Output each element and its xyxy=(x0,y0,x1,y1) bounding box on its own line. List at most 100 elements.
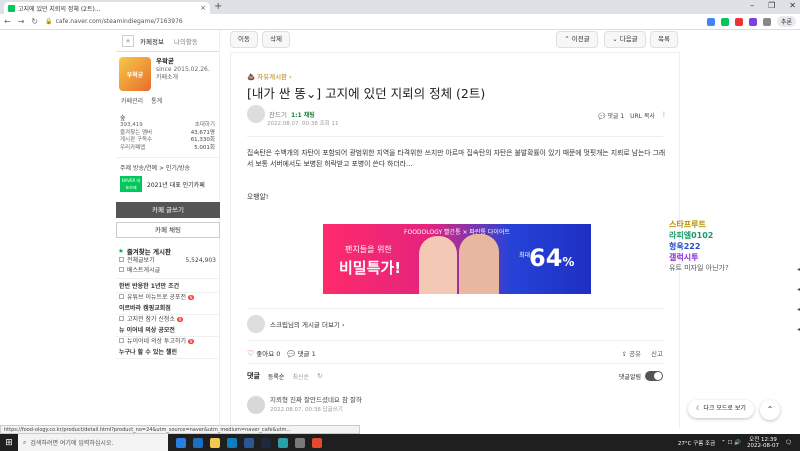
stat-label: 즐겨찾는 멤버 xyxy=(120,129,153,136)
chat-message: 유트 미자일 아닌가? xyxy=(669,264,729,272)
board-item[interactable]: 전체글보기 5,524,903 xyxy=(116,256,219,266)
folder-icon[interactable] xyxy=(210,437,220,448)
favorite-star-icon[interactable]: ★ xyxy=(122,34,134,47)
post-title: [내가 싼 똥⌄] 고지에 있던 지뢰의 정체 (2트) xyxy=(247,86,486,101)
weather-status[interactable]: 27°C 구름 조금 xyxy=(678,439,715,447)
extension-icon[interactable] xyxy=(734,17,743,26)
move-button[interactable]: 이동 xyxy=(230,31,258,48)
tab-my-activity[interactable]: 나의활동 xyxy=(174,36,198,46)
ad-discount: 64% xyxy=(529,244,575,272)
stat-value: 61,330회 xyxy=(190,137,215,143)
app-icon[interactable] xyxy=(278,437,288,448)
cafe-since: since 2015.02.26. xyxy=(156,66,210,73)
cafe-subject[interactable]: 주제 방송/연예 > 인기/방송 xyxy=(116,163,219,172)
post-body: 집속탄은 수백개의 자탄이 포함되어 광범위한 지역을 타격위한 쓰지만 아르마… xyxy=(247,149,666,168)
profile-button[interactable]: 추론 xyxy=(776,16,796,27)
taskbar-search[interactable]: ⌕ 검색하려면 여기에 입력하십시오. xyxy=(18,434,168,451)
write-post-button[interactable]: 카페 글쓰기 xyxy=(116,202,220,218)
commenter-avatar[interactable] xyxy=(247,396,265,414)
heart-icon: ♡ xyxy=(247,349,255,358)
network-icon[interactable]: ⌃ ☐ 🔊 xyxy=(721,440,741,446)
board-group[interactable]: 누구나 할 수 있는 챌린 xyxy=(116,347,219,359)
cafe-stats-link[interactable]: 통계 xyxy=(151,96,162,105)
clock[interactable]: 오전 12:39 2022-08-07 xyxy=(747,437,779,449)
share-button[interactable]: ⇪ 공유 xyxy=(622,348,641,358)
store-icon[interactable] xyxy=(227,437,237,448)
board-group[interactable]: 한번 반응한 1년만 조건 xyxy=(116,281,219,293)
like-button[interactable]: ♡ 좋아요 0 xyxy=(247,348,280,358)
extension-icon[interactable] xyxy=(706,17,715,26)
report-button[interactable]: 신고 xyxy=(651,348,663,358)
steam-icon[interactable] xyxy=(261,437,271,448)
scroll-top-button[interactable]: ⌃ xyxy=(760,400,780,420)
tab-close-icon[interactable]: × xyxy=(200,4,206,12)
more-icon[interactable]: ⋮ xyxy=(661,111,667,120)
author-avatar[interactable] xyxy=(247,105,265,123)
forward-icon[interactable]: → xyxy=(18,17,25,26)
close-window-button[interactable]: ✕ xyxy=(789,1,796,10)
extension-icon[interactable] xyxy=(720,17,729,26)
url-field[interactable]: 🔒 cafe.naver.com/steamindiegame/7163976 xyxy=(45,18,605,25)
extensions: 추론 xyxy=(706,16,796,27)
maximize-button[interactable]: ❐ xyxy=(768,1,775,10)
author-name[interactable]: 잔드기 xyxy=(269,109,287,119)
board-link[interactable]: 💩 자유게시판 › xyxy=(247,71,292,81)
board-item[interactable]: 뉴이어네 의상 투고하기 N xyxy=(116,337,219,347)
chat-message: 형욱222 xyxy=(669,242,701,251)
cafe-manager[interactable]: 우왁굳 xyxy=(156,57,174,65)
chat-message: 라피엘0102 xyxy=(669,231,714,240)
tab-cafe-info[interactable]: 카페정보 xyxy=(140,36,164,46)
browser-tab[interactable]: 고지에 있던 지뢰의 정체 (2트)... × xyxy=(4,2,210,14)
comment-count-link[interactable]: 💬 댓글 1 xyxy=(598,111,624,120)
stat-value: 5,001회 xyxy=(194,144,215,151)
comments-title: 댓글 xyxy=(247,372,260,380)
notification-icon[interactable]: 🗨 xyxy=(785,440,792,446)
refresh-icon[interactable]: ↻ xyxy=(317,372,323,380)
extension-icon[interactable] xyxy=(748,17,757,26)
chrome-icon[interactable] xyxy=(312,437,322,448)
prev-post-button[interactable]: ⌃ 이전글 xyxy=(556,31,598,48)
word-icon[interactable] xyxy=(244,437,254,448)
windows-taskbar: ⊞ ⌕ 검색하려면 여기에 입력하십시오. 27°C 구름 조금 ⌃ ☐ 🔊 오… xyxy=(0,434,800,451)
task-view-icon[interactable] xyxy=(176,437,186,448)
new-tab-button[interactable]: + xyxy=(214,1,222,12)
url-text: cafe.naver.com/steamindiegame/7163976 xyxy=(55,18,183,25)
chevron-up-icon: ⌃ xyxy=(564,35,572,43)
sort-registered[interactable]: 등록순 xyxy=(268,372,285,381)
sort-newest[interactable]: 최신순 xyxy=(292,372,309,381)
address-bar: ← → ↻ 🔒 cafe.naver.com/steamindiegame/71… xyxy=(0,14,800,30)
cafe-intro-link[interactable]: 카페소개 xyxy=(156,74,178,81)
back-icon[interactable]: ← xyxy=(4,17,11,26)
comment-alarm-toggle[interactable] xyxy=(645,371,663,381)
minimize-button[interactable]: – xyxy=(750,1,754,10)
list-button[interactable]: 목록 xyxy=(650,31,678,48)
author-posts-link[interactable]: 스크립님의 게시글 더보기 › xyxy=(247,315,345,333)
reload-icon[interactable]: ↻ xyxy=(31,17,38,26)
ad-banner[interactable]: FOODOLOGY 빨간통 × 파란통 다이어트 팬치들을 위한 비밀특가! 최… xyxy=(323,224,591,294)
copy-url-button[interactable]: URL 복사 xyxy=(630,111,655,120)
member-count[interactable]: 393,419 xyxy=(120,122,143,130)
tab-title: 고지에 있던 지뢰의 정체 (2트)... xyxy=(18,5,101,13)
comment-icon: 💬 xyxy=(597,113,608,120)
board-item[interactable]: 고지전 참가 신청소 N xyxy=(116,315,219,325)
window-controls: – ❐ ✕ xyxy=(750,1,796,10)
delete-button[interactable]: 삭제 xyxy=(262,31,290,48)
stat-label: 게시판 구독수 xyxy=(120,137,153,143)
board-group[interactable]: 이르바라 캠핑교회점 xyxy=(116,303,219,315)
next-post-button[interactable]: ⌄ 다음글 xyxy=(604,31,646,48)
board-item[interactable]: 유튜브 이뉴트로 공포전 N xyxy=(116,293,219,303)
puzzle-icon[interactable] xyxy=(762,17,771,26)
invite-link[interactable]: 초대하기 xyxy=(195,122,215,130)
board-item[interactable]: 베스트게시글 xyxy=(116,266,219,276)
chat-badge[interactable]: 1:1 채팅 xyxy=(291,110,315,119)
article: 💩 자유게시판 › [내가 싼 똥⌄] 고지에 있던 지뢰의 정체 (2트) 잔… xyxy=(230,52,680,428)
comment-button[interactable]: 💬 댓글 1 xyxy=(287,348,315,358)
naver-badge: NAVER 대표카페 xyxy=(120,176,142,192)
cafe-manage-link[interactable]: 카페관리 xyxy=(121,96,143,105)
board-group[interactable]: 뉴 이어네 의상 공모전 xyxy=(116,325,219,337)
edge-icon[interactable] xyxy=(193,437,203,448)
app-icon[interactable] xyxy=(295,437,305,448)
dark-mode-button[interactable]: ☾ 다크 모드로 보기 xyxy=(688,400,754,418)
windows-start-icon[interactable]: ⊞ xyxy=(0,438,18,448)
cafe-chat-button[interactable]: 카페 채팅 xyxy=(116,222,220,238)
